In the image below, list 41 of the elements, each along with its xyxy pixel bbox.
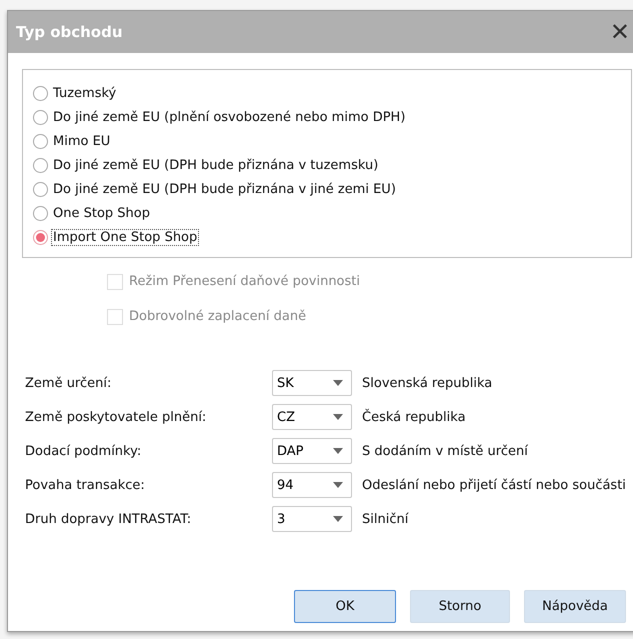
dropdown-arrow-icon[interactable] bbox=[333, 516, 343, 522]
field-description: Silniční bbox=[362, 512, 410, 526]
field-label: Země poskytovatele plnění: bbox=[25, 410, 208, 424]
window-title: Typ obchodu bbox=[16, 23, 123, 41]
radio-button[interactable] bbox=[33, 110, 48, 124]
combo-box[interactable]: DAP bbox=[272, 438, 352, 464]
field-description: S dodáním v místě určení bbox=[362, 444, 529, 458]
radio-label[interactable]: Tuzemský bbox=[51, 84, 118, 102]
radio-button[interactable] bbox=[33, 182, 48, 196]
radio-button[interactable] bbox=[33, 158, 48, 172]
radio-button[interactable] bbox=[33, 206, 48, 220]
radio-button[interactable] bbox=[33, 86, 48, 100]
combo-box[interactable]: CZ bbox=[272, 404, 352, 430]
radio-label[interactable]: Mimo EU bbox=[51, 132, 112, 150]
dialog-button[interactable]: Storno bbox=[410, 590, 510, 623]
field-description: Česká republika bbox=[362, 410, 467, 424]
dropdown-arrow-icon[interactable] bbox=[333, 414, 343, 420]
dropdown-arrow-icon[interactable] bbox=[333, 448, 343, 454]
field-description: Odeslání nebo přijetí částí nebo součásti bbox=[362, 478, 627, 492]
radio-button[interactable] bbox=[33, 134, 48, 148]
checkbox-label: Dobrovolné zaplacení daně bbox=[129, 309, 306, 324]
field-label: Země určení: bbox=[25, 376, 112, 390]
dialog-button[interactable]: OK bbox=[294, 590, 396, 623]
field-label: Druh dopravy INTRASTAT: bbox=[25, 512, 192, 526]
radio-label[interactable]: Do jiné země EU (plnění osvobozené nebo mimo DPH) bbox=[51, 108, 408, 126]
radio-label[interactable]: Do jiné země EU (DPH bude přiznána v jiné zemi EU) bbox=[51, 180, 398, 198]
combo-box[interactable]: SK bbox=[272, 370, 352, 396]
combo-box[interactable]: 94 bbox=[272, 472, 352, 498]
radio-label[interactable]: Import One Stop Shop bbox=[51, 228, 200, 246]
close-button[interactable]: ✕ bbox=[610, 20, 630, 44]
radio-label[interactable]: Do jiné země EU (DPH bude přiznána v tuzemsku) bbox=[51, 156, 380, 174]
combo-box[interactable]: 3 bbox=[272, 506, 352, 532]
field-description: Slovenská republika bbox=[362, 376, 494, 390]
dialog-button[interactable]: Nápověda bbox=[524, 590, 626, 623]
dropdown-arrow-icon[interactable] bbox=[333, 482, 343, 488]
field-label: Povaha transakce: bbox=[25, 478, 146, 492]
checkbox-label: Režim Přenesení daňové povinnosti bbox=[129, 274, 360, 289]
field-label: Dodací podmínky: bbox=[25, 444, 142, 458]
radio-button[interactable] bbox=[33, 230, 48, 244]
dropdown-arrow-icon[interactable] bbox=[333, 380, 343, 386]
radio-label[interactable]: One Stop Shop bbox=[51, 204, 152, 222]
